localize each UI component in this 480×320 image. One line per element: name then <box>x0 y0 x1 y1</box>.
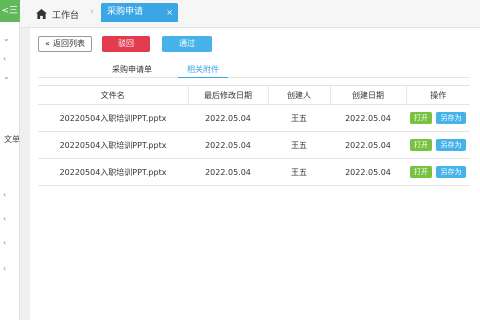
column-header-created: 创建日期 <box>329 85 406 105</box>
chevron-down-icon[interactable]: ⌄ <box>3 72 13 82</box>
cell-creator: 王五 <box>268 158 330 186</box>
cell-actions: 打开 另存为 <box>406 158 470 186</box>
column-header-filename: 文件名 <box>38 85 188 105</box>
reject-button[interactable]: 驳回 <box>102 36 150 52</box>
cell-modified: 2022.05.04 <box>188 104 268 132</box>
open-button[interactable]: 打开 <box>410 139 432 151</box>
cell-creator: 王五 <box>268 131 330 159</box>
cell-creator: 王五 <box>268 104 330 132</box>
open-button[interactable]: 打开 <box>410 112 432 124</box>
chevron-left-icon[interactable]: ‹ <box>3 54 13 64</box>
table-row: 20220504入职培训PPT.pptx 2022.05.04 王五 2022.… <box>38 131 470 159</box>
open-button[interactable]: 打开 <box>410 166 432 178</box>
tab-purchase-request[interactable]: 采购申请 × <box>101 3 178 22</box>
chevron-left-icon[interactable]: ‹ <box>3 238 13 248</box>
table-row: 20220504入职培训PPT.pptx 2022.05.04 王五 2022.… <box>38 104 470 132</box>
tab-bar: 工作台 ‹ 采购申请 × <box>20 0 480 28</box>
save-as-button[interactable]: 另存为 <box>436 112 466 124</box>
column-header-creator: 创建人 <box>267 85 330 105</box>
cell-filename: 20220504入职培训PPT.pptx <box>38 131 188 159</box>
sidebar-item-label[interactable]: 文单 <box>0 134 20 145</box>
chevron-down-icon[interactable]: ⌄ <box>3 34 13 44</box>
home-tab-label: 工作台 <box>52 10 80 21</box>
cell-filename: 20220504入职培训PPT.pptx <box>38 104 188 132</box>
cell-created: 2022.05.04 <box>330 158 406 186</box>
cell-created: 2022.05.04 <box>330 131 406 159</box>
chevron-left-icon[interactable]: ‹ <box>3 214 13 224</box>
subtab-bar: 采购申请单 相关附件 <box>38 64 470 78</box>
tab-label: 采购申请 <box>107 7 144 17</box>
main-panel: « 返回列表 驳回 通过 采购申请单 相关附件 文件名 最后修改日期 创建人 创… <box>30 28 480 320</box>
table-row: 20220504入职培训PPT.pptx 2022.05.04 王五 2022.… <box>38 158 470 186</box>
cell-created: 2022.05.04 <box>330 104 406 132</box>
table-header-row: 文件名 最后修改日期 创建人 创建日期 操作 <box>38 85 470 105</box>
double-chevron-left-icon: « <box>45 39 50 48</box>
tab-attachments[interactable]: 相关附件 <box>178 64 228 78</box>
attachments-table: 文件名 最后修改日期 创建人 创建日期 操作 20220504入职培训PPT.p… <box>38 85 470 186</box>
tab-purchase-form[interactable]: 采购申请单 <box>112 64 152 78</box>
save-as-button[interactable]: 另存为 <box>436 166 466 178</box>
sidebar: <三 ⌄ ‹ ⌄ 文单 ‹ ‹ ‹ ‹ <box>0 0 20 320</box>
cell-modified: 2022.05.04 <box>188 131 268 159</box>
approve-button[interactable]: 通过 <box>162 36 212 52</box>
sidebar-toggle-button[interactable]: <三 <box>0 0 20 22</box>
back-to-list-label: 返回列表 <box>52 39 85 48</box>
column-header-modified: 最后修改日期 <box>187 85 268 105</box>
back-to-list-button[interactable]: « 返回列表 <box>38 36 92 52</box>
cell-actions: 打开 另存为 <box>406 104 470 132</box>
tab-scroll-left-icon[interactable]: ‹ <box>90 7 94 17</box>
cell-modified: 2022.05.04 <box>188 158 268 186</box>
home-tab[interactable]: 工作台 <box>36 7 79 21</box>
cell-actions: 打开 另存为 <box>406 131 470 159</box>
column-header-actions: 操作 <box>405 85 470 105</box>
home-icon <box>36 9 47 19</box>
close-icon[interactable]: × <box>166 3 173 22</box>
chevron-left-icon[interactable]: ‹ <box>3 264 13 274</box>
chevron-left-icon[interactable]: ‹ <box>3 190 13 200</box>
save-as-button[interactable]: 另存为 <box>436 139 466 151</box>
cell-filename: 20220504入职培训PPT.pptx <box>38 158 188 186</box>
